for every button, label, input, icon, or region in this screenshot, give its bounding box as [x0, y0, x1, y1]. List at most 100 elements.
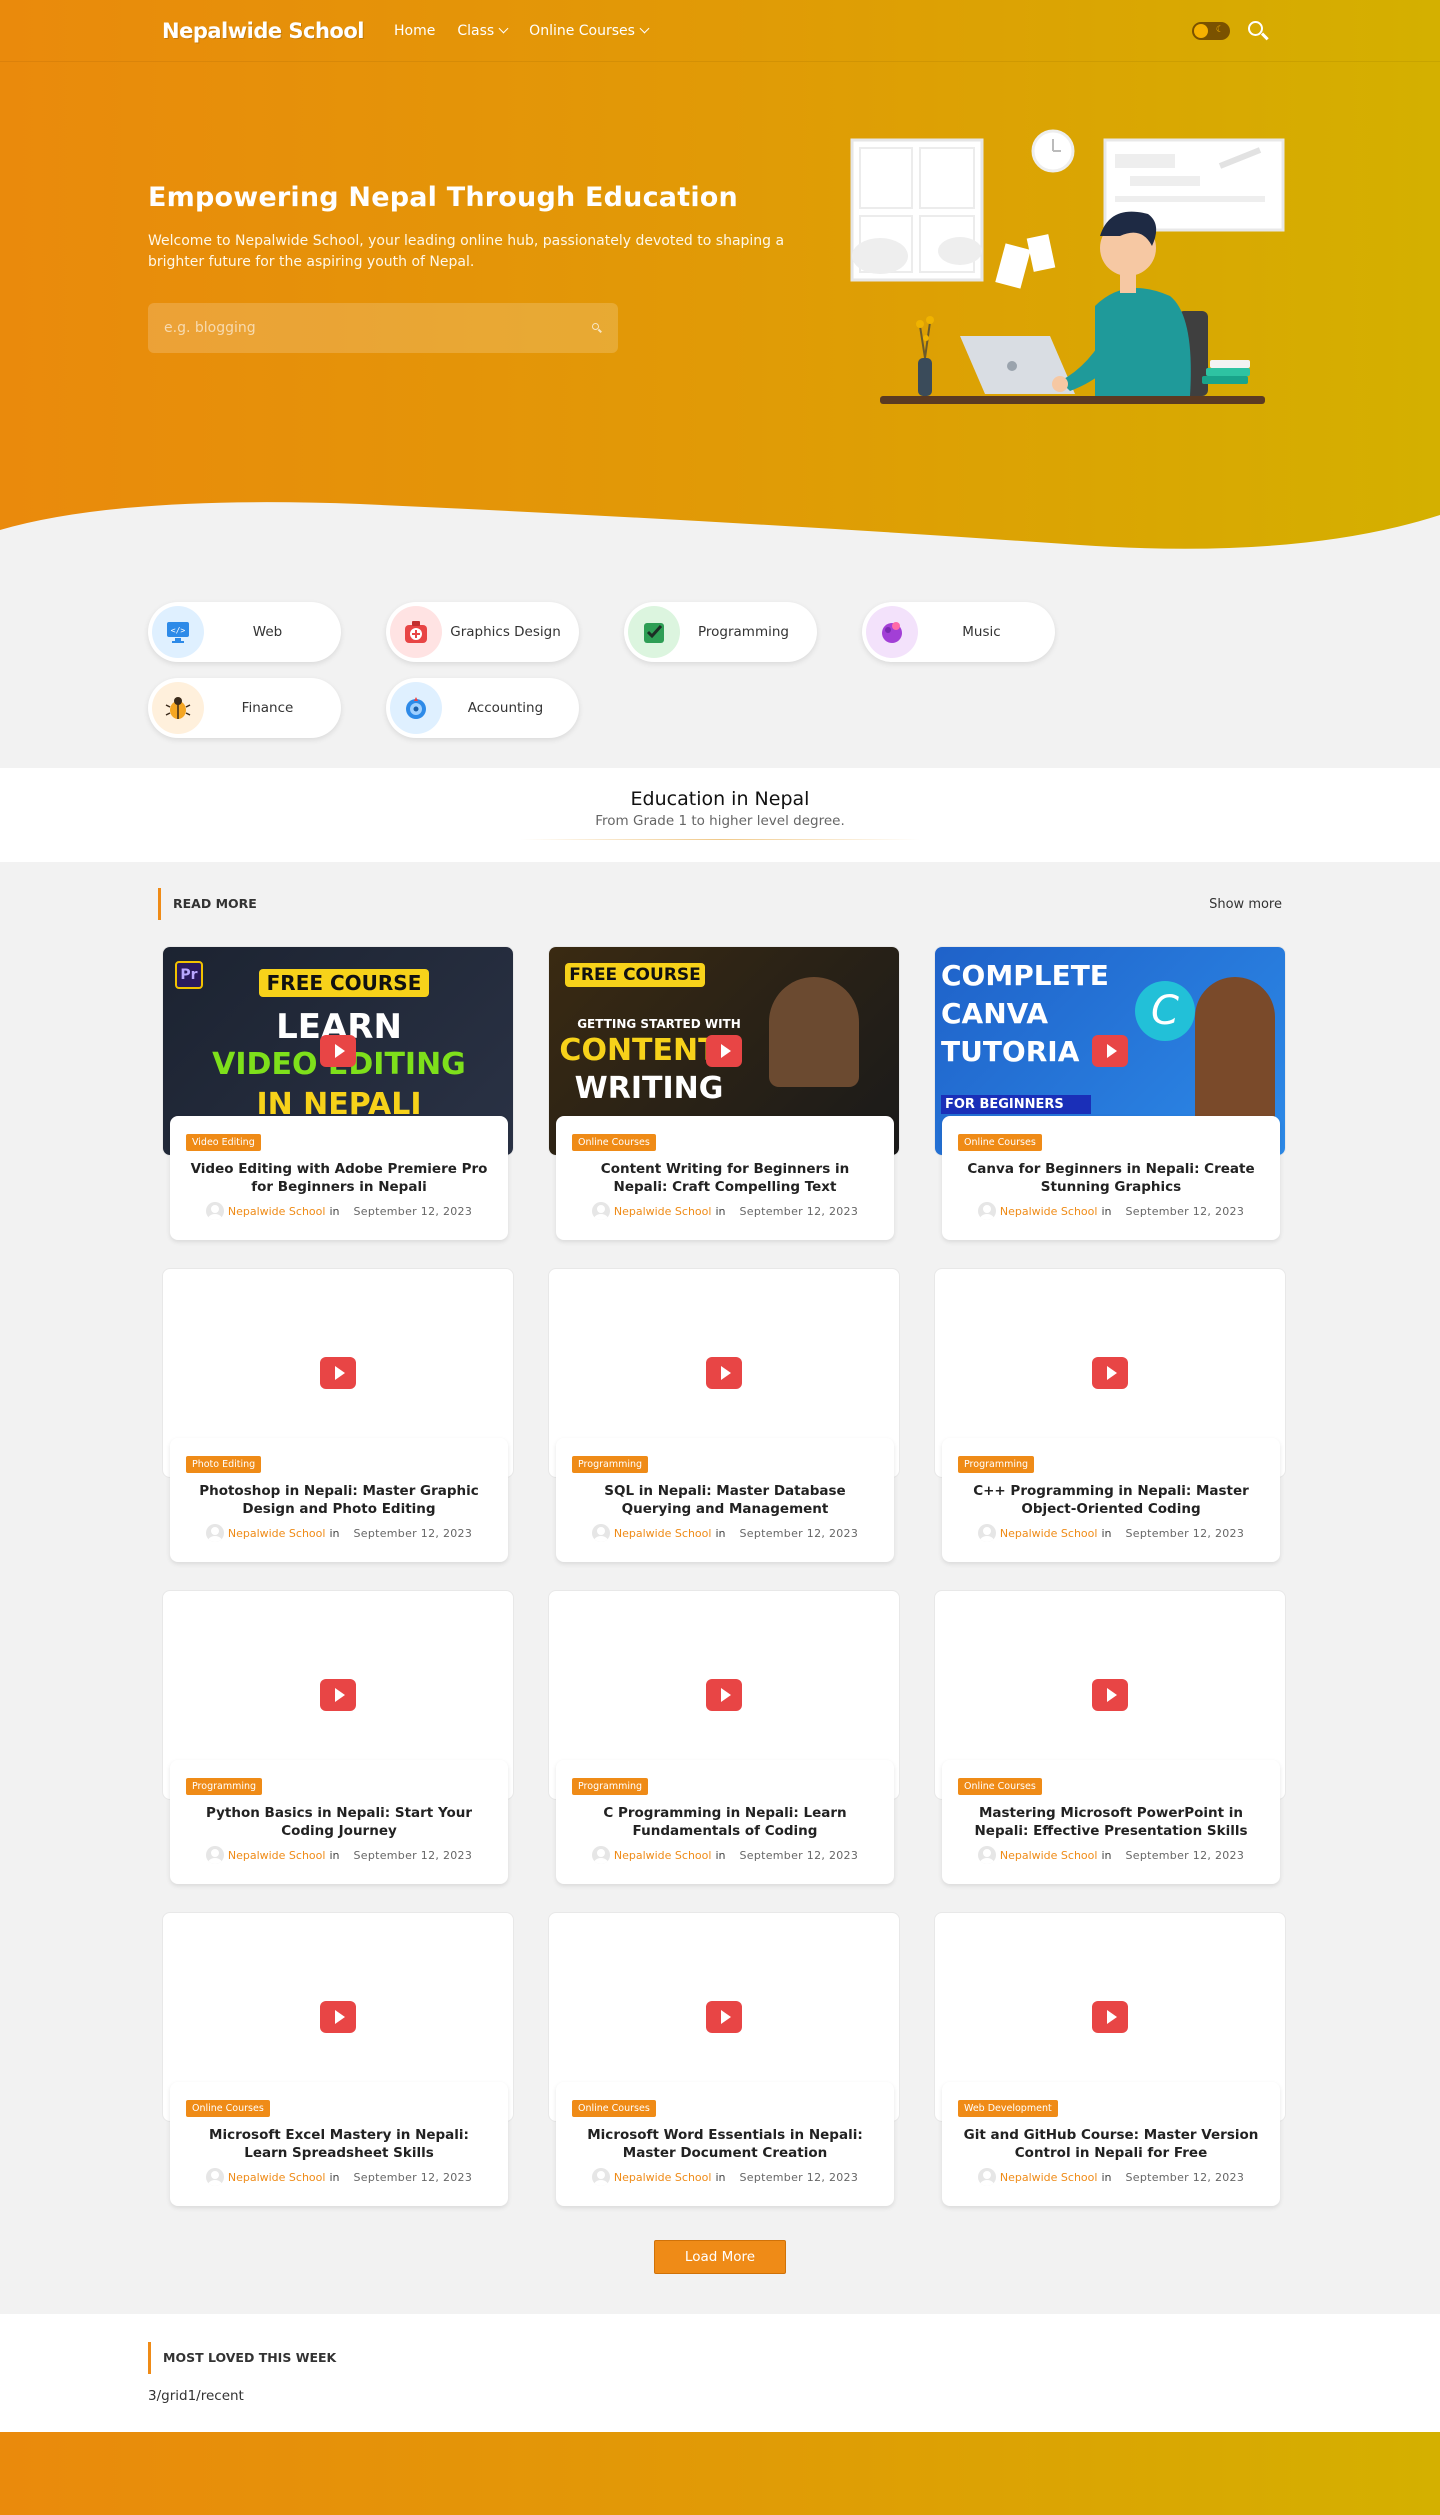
category-label: Programming — [698, 624, 789, 640]
post-meta: Nepalwide School in September 12, 2023 — [958, 1524, 1264, 1542]
post-in: in — [715, 1848, 726, 1862]
post-meta: Nepalwide School in September 12, 2023 — [186, 1202, 492, 1220]
thumb-text: CONTENT — [559, 1033, 719, 1068]
post-card[interactable]: Online Courses Microsoft Word Essentials… — [544, 1912, 900, 2234]
code-monitor-icon: </> — [152, 606, 204, 658]
play-icon[interactable] — [706, 1679, 742, 1711]
post-card[interactable]: FREE COURSE GETTING STARTED WITH CONTENT… — [544, 946, 900, 1268]
avatar — [591, 1846, 610, 1864]
load-more-button[interactable]: Load More — [653, 2240, 787, 2274]
category-badge[interactable]: Video Editing — [186, 1134, 261, 1151]
post-meta: Nepalwide School in September 12, 2023 — [958, 2168, 1264, 2186]
post-card[interactable]: Online Courses Mastering Microsoft Power… — [930, 1590, 1286, 1912]
post-card[interactable]: Programming SQL in Nepali: Master Databa… — [544, 1268, 900, 1590]
category-badge[interactable]: Web Development — [958, 2100, 1058, 2117]
post-card[interactable]: COMPLETE CANVA TUTORIA FOR BEGINNERS C O… — [930, 946, 1286, 1268]
post-title[interactable]: Photoshop in Nepali: Master Graphic Desi… — [186, 1482, 492, 1518]
nav-home[interactable]: Home — [394, 23, 435, 39]
post-author[interactable]: Nepalwide School — [614, 1849, 712, 1862]
post-title[interactable]: Python Basics in Nepali: Start Your Codi… — [186, 1804, 492, 1840]
hero-search-input[interactable] — [164, 320, 592, 336]
search-icon[interactable] — [592, 323, 602, 333]
post-title[interactable]: Microsoft Excel Mastery in Nepali: Learn… — [186, 2126, 492, 2162]
post-author[interactable]: Nepalwide School — [228, 2171, 326, 2184]
category-programming[interactable]: Programming — [624, 602, 817, 662]
category-accounting[interactable]: Accounting — [386, 678, 579, 738]
category-badge[interactable]: Online Courses — [958, 1778, 1042, 1795]
post-card[interactable]: Programming C Programming in Nepali: Lea… — [544, 1590, 900, 1912]
post-card[interactable]: Online Courses Microsoft Excel Mastery i… — [158, 1912, 514, 2234]
post-title[interactable]: Video Editing with Adobe Premiere Pro fo… — [186, 1160, 492, 1196]
post-card[interactable]: Photo Editing Photoshop in Nepali: Maste… — [158, 1268, 514, 1590]
thumb-text: FREE COURSE — [565, 963, 705, 987]
post-card[interactable]: Programming Python Basics in Nepali: Sta… — [158, 1590, 514, 1912]
category-badge[interactable]: Online Courses — [186, 2100, 270, 2117]
avatar — [591, 1202, 610, 1220]
category-badge[interactable]: Photo Editing — [186, 1456, 262, 1473]
post-date: September 12, 2023 — [353, 2170, 473, 2184]
post-title[interactable]: Content Writing for Beginners in Nepali:… — [572, 1160, 878, 1196]
bug-icon — [152, 682, 204, 734]
play-icon[interactable] — [706, 1357, 742, 1389]
post-card[interactable]: Programming C++ Programming in Nepali: M… — [930, 1268, 1286, 1590]
category-badge[interactable]: Programming — [572, 1456, 649, 1473]
play-icon[interactable] — [1092, 1679, 1128, 1711]
category-badge[interactable]: Programming — [186, 1778, 263, 1795]
nav-online-courses[interactable]: Online Courses — [529, 23, 650, 39]
section-title: Education in Nepal — [630, 788, 810, 810]
hero-section: Nepalwide School Home Class Online Cours… — [0, 0, 1440, 560]
thumb-text: GETTING STARTED WITH — [577, 1017, 741, 1031]
post-title[interactable]: Microsoft Word Essentials in Nepali: Mas… — [572, 2126, 878, 2162]
site-logo[interactable]: Nepalwide School — [162, 19, 364, 43]
post-author[interactable]: Nepalwide School — [1000, 1849, 1098, 1862]
post-card[interactable]: Web Development Git and GitHub Course: M… — [930, 1912, 1286, 2234]
post-author[interactable]: Nepalwide School — [1000, 1527, 1098, 1540]
category-badge[interactable]: Programming — [958, 1456, 1035, 1473]
post-title[interactable]: Mastering Microsoft PowerPoint in Nepali… — [958, 1804, 1264, 1840]
category-music[interactable]: Music — [862, 602, 1055, 662]
post-author[interactable]: Nepalwide School — [1000, 2171, 1098, 2184]
play-icon[interactable] — [320, 1679, 356, 1711]
nav-class[interactable]: Class — [457, 23, 509, 39]
post-title[interactable]: SQL in Nepali: Master Database Querying … — [572, 1482, 878, 1518]
post-author[interactable]: Nepalwide School — [1000, 1205, 1098, 1218]
theme-toggle[interactable]: ☾ — [1192, 21, 1230, 40]
canva-logo-icon: C — [1135, 981, 1195, 1041]
hero-search-box — [148, 303, 618, 353]
post-author[interactable]: Nepalwide School — [228, 1205, 326, 1218]
play-icon[interactable] — [706, 2001, 742, 2033]
post-author[interactable]: Nepalwide School — [228, 1849, 326, 1862]
post-title[interactable]: C Programming in Nepali: Learn Fundament… — [572, 1804, 878, 1840]
category-badge[interactable]: Programming — [572, 1778, 649, 1795]
post-in: in — [715, 1526, 726, 1540]
main-nav: Home Class Online Courses — [394, 23, 650, 39]
most-loved-title: MOST LOVED THIS WEEK — [148, 2342, 1292, 2374]
play-icon[interactable] — [320, 2001, 356, 2033]
post-info: Programming SQL in Nepali: Master Databa… — [556, 1438, 894, 1562]
play-icon[interactable] — [1092, 1035, 1128, 1067]
post-author[interactable]: Nepalwide School — [228, 1527, 326, 1540]
hero-text: Empowering Nepal Through Education Welco… — [148, 182, 788, 353]
play-icon[interactable] — [1092, 1357, 1128, 1389]
category-finance[interactable]: Finance — [148, 678, 341, 738]
post-author[interactable]: Nepalwide School — [614, 2171, 712, 2184]
search-icon[interactable] — [1248, 20, 1269, 41]
category-badge[interactable]: Online Courses — [958, 1134, 1042, 1151]
category-graphics-design[interactable]: Graphics Design — [386, 602, 579, 662]
post-title[interactable]: Canva for Beginners in Nepali: Create St… — [958, 1160, 1264, 1196]
play-icon[interactable] — [320, 1035, 356, 1067]
play-icon[interactable] — [706, 1035, 742, 1067]
post-card[interactable]: Pr FREE COURSE LEARN VIDEO EDITING IN NE… — [158, 946, 514, 1268]
post-author[interactable]: Nepalwide School — [614, 1527, 712, 1540]
category-web[interactable]: </> Web — [148, 602, 341, 662]
post-in: in — [329, 1204, 340, 1218]
play-icon[interactable] — [1092, 2001, 1128, 2033]
category-badge[interactable]: Online Courses — [572, 1134, 656, 1151]
category-badge[interactable]: Online Courses — [572, 2100, 656, 2117]
post-title[interactable]: C++ Programming in Nepali: Master Object… — [958, 1482, 1264, 1518]
show-more-link[interactable]: Show more — [1209, 897, 1282, 912]
post-title[interactable]: Git and GitHub Course: Master Version Co… — [958, 2126, 1264, 2162]
play-icon[interactable] — [320, 1357, 356, 1389]
post-date: September 12, 2023 — [353, 1526, 473, 1540]
post-author[interactable]: Nepalwide School — [614, 1205, 712, 1218]
